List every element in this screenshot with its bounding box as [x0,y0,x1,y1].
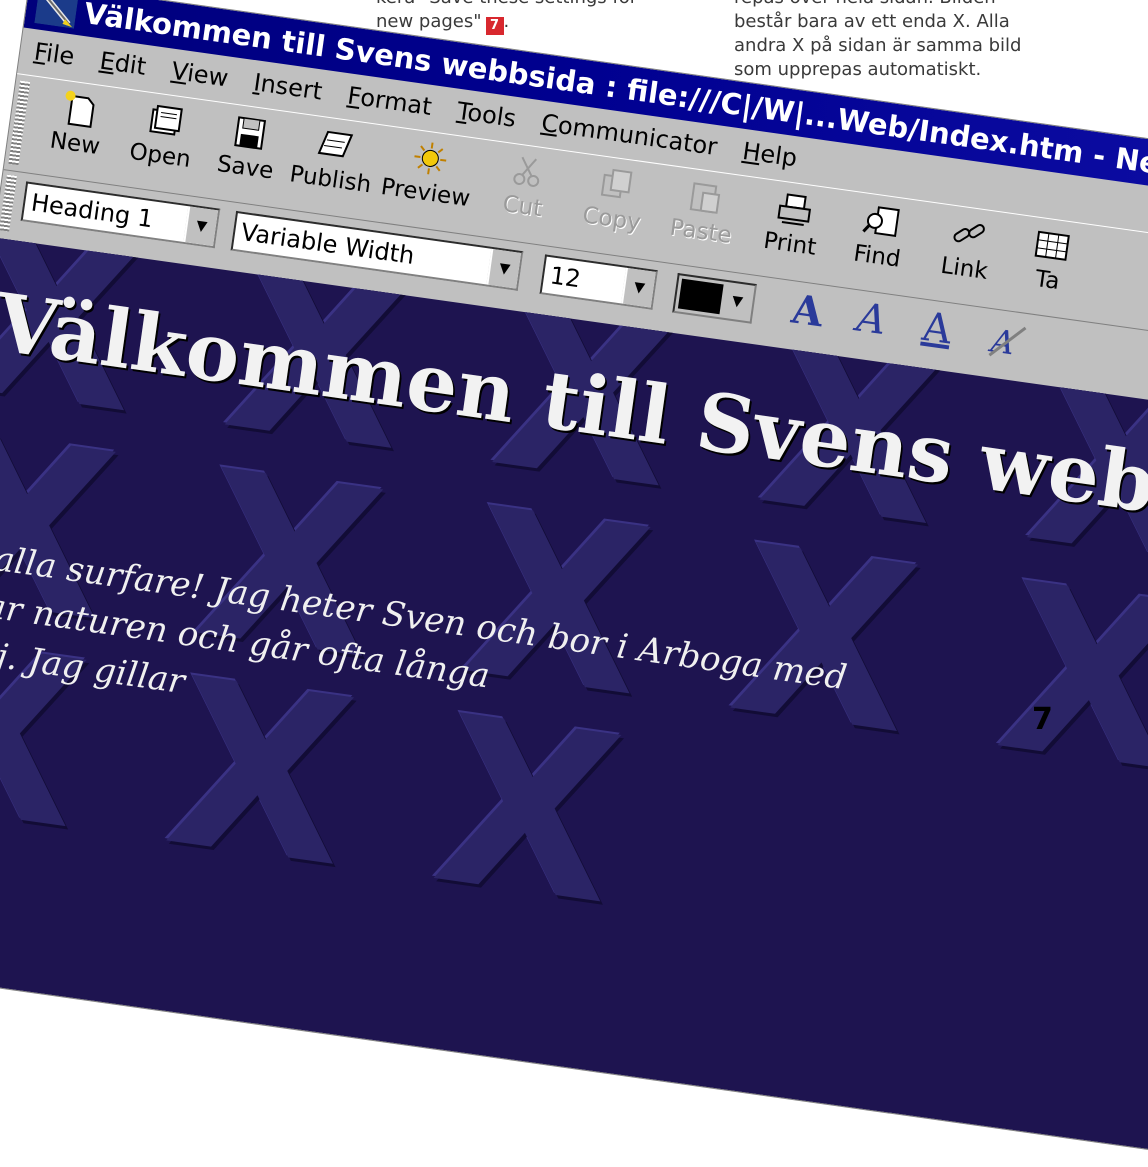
font-size-value: 12 [548,261,583,294]
printer-icon [777,193,812,227]
paste-icon [689,182,721,214]
publish-button[interactable]: Publish [282,113,384,217]
underline-icon[interactable]: A [920,304,955,354]
caption-left-line-2-text: new pages" [376,11,482,32]
caption-left-line-1: kera "Save these settings for [376,0,706,10]
caption-right-line-1: repas över hela sidan. Bilden [734,0,1094,10]
menu-edit[interactable]: Edit [98,47,148,81]
callout-marker: 7 [485,17,504,35]
chevron-down-icon[interactable]: ▼ [183,206,219,247]
format-toolbar-grip[interactable] [0,174,17,232]
composer-pen-icon [34,0,79,29]
caption-right-line-3: andra X på sidan är samma bild [734,35,1022,56]
page-body-text: Hej alla surfare! Jag heter Sven och bor… [0,525,850,797]
chevron-down-icon[interactable]: ▼ [486,248,522,289]
preview-sun-icon [414,142,447,175]
table-label: Ta [1033,265,1062,296]
menu-file[interactable]: File [32,37,76,70]
bold-icon[interactable]: A [789,285,826,336]
toolbar-grip[interactable] [8,80,31,166]
paragraph-style-value: Heading 1 [29,188,155,234]
menu-format[interactable]: Format [346,81,434,120]
preview-label: Preview [379,173,472,213]
table-icon [1034,230,1070,261]
chain-link-icon [953,224,985,243]
find-label: Find [851,240,903,273]
scissors-icon [513,156,540,187]
caption-right-line-2: består bara av ett enda X. Alla [734,11,1010,32]
table-button[interactable]: Ta [998,214,1100,318]
menu-view[interactable]: View [170,57,230,93]
save-label: Save [215,150,276,185]
cut-label: Cut [501,191,544,223]
caption-right: repas över hela sidan. Bilden består bar… [734,0,1094,82]
copy-label: Copy [580,202,643,237]
cut-button[interactable]: Cut [474,140,576,244]
italic-icon[interactable]: A [854,295,889,345]
publish-icon [317,130,354,158]
publish-label: Publish [287,161,373,199]
chevron-down-icon[interactable]: ▼ [720,282,755,322]
font-value: Variable Width [239,217,417,270]
new-page-icon [65,90,95,128]
caption-left-line-2: new pages" 7. [376,11,510,35]
menu-tools[interactable]: Tools [455,97,517,133]
open-folder-icon [149,104,183,136]
composer-window: Välkommen till Svens webbsida : file:///… [0,0,1148,1167]
caption-right-line-4: som upprepas automatiskt. [734,59,982,80]
clear-styles-icon[interactable]: A [985,319,1030,364]
page-number: 7 [1032,702,1053,737]
copy-icon [600,168,633,199]
link-label: Link [939,252,990,285]
text-color-picker[interactable]: ▼ [672,272,758,324]
chevron-down-icon[interactable]: ▼ [621,267,656,308]
preview-button[interactable]: Preview [377,126,479,230]
page-canvas[interactable]: X X X X X X X X X X X X X Välkommen till… [0,237,1148,1167]
open-label: Open [127,138,193,173]
find-button[interactable]: Find [828,190,930,294]
paste-button[interactable]: Paste [652,165,754,269]
menu-insert[interactable]: Insert [252,68,324,105]
text-color-swatch [677,278,724,315]
print-label: Print [761,227,818,261]
paste-label: Paste [668,214,734,249]
copy-button[interactable]: Copy [563,153,665,257]
menu-help[interactable]: Help [741,137,799,172]
print-button[interactable]: Print [741,178,843,282]
font-size-select[interactable]: 12 ▼ [539,254,659,310]
floppy-disk-icon [234,116,267,150]
find-icon [862,206,900,237]
caption-left: kera "Save these settings for new pages"… [376,0,706,35]
x-background-tile: X [985,534,1148,824]
new-label: New [48,127,102,161]
